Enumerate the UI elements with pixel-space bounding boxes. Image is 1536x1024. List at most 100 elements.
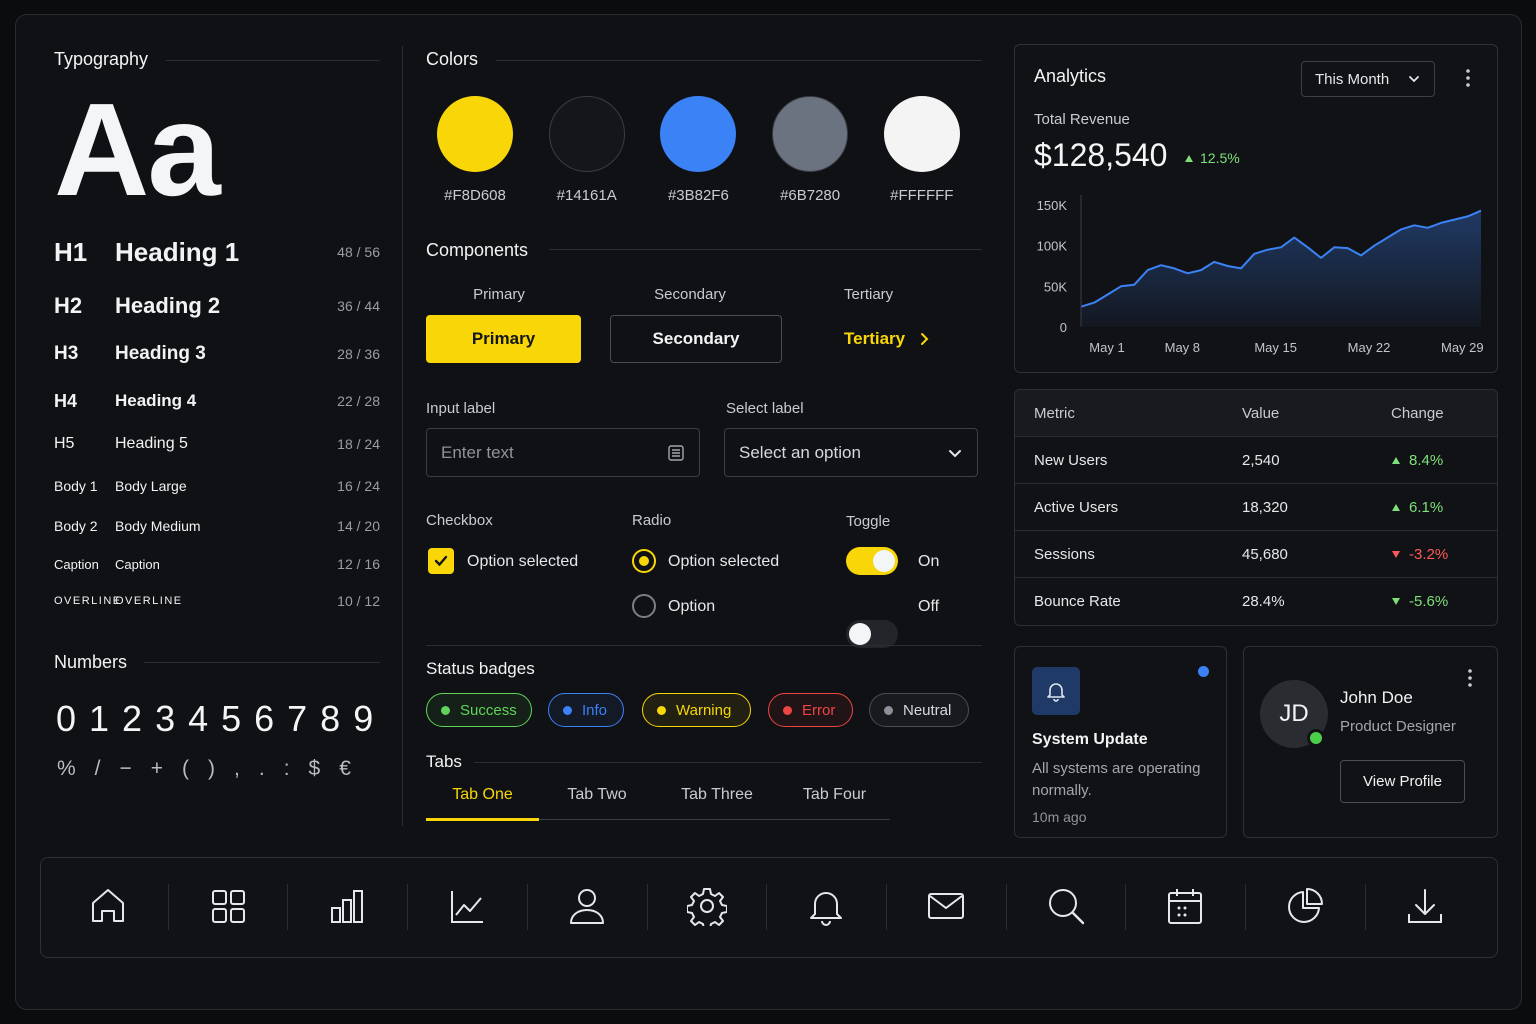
- type-tag: H4: [54, 390, 78, 411]
- checkbox-label: Checkbox: [426, 512, 493, 529]
- settings-icon: [685, 886, 728, 931]
- color-hex-label: #3B82F6: [667, 187, 729, 204]
- type-tag: Body 1: [54, 478, 98, 494]
- icon-bar-button[interactable]: [527, 858, 647, 958]
- toggle-off[interactable]: [846, 620, 898, 648]
- metric-value: 45,680: [1242, 546, 1288, 563]
- tab-tab-one[interactable]: Tab One: [426, 786, 539, 804]
- tab-tab-four[interactable]: Tab Four: [779, 786, 890, 804]
- primary-button[interactable]: Primary: [426, 315, 581, 363]
- tertiary-button[interactable]: Tertiary: [844, 315, 933, 363]
- up-triangle-icon: [1392, 504, 1400, 511]
- bell-icon: [806, 886, 846, 931]
- notification-time: 10m ago: [1032, 809, 1087, 825]
- color-swatch: [437, 96, 513, 172]
- x-tick-label: May 15: [1254, 340, 1297, 355]
- tab-tab-two[interactable]: Tab Two: [539, 786, 655, 804]
- input-label: Input label: [426, 400, 496, 417]
- table-row: Bounce Rate 28.4% -5.6%: [1015, 577, 1497, 624]
- icon-bar-button[interactable]: [1245, 858, 1365, 958]
- type-sample: Body Medium: [115, 518, 201, 534]
- status-badge-label: Error: [802, 701, 836, 719]
- x-tick-label: May 29: [1441, 340, 1484, 355]
- icon-bar-button[interactable]: [1006, 858, 1126, 958]
- status-dot: [783, 705, 792, 715]
- y-tick-label: 100K: [1037, 239, 1068, 254]
- icon-separator: [167, 884, 169, 930]
- metric-change-value: 6.1%: [1409, 499, 1444, 516]
- radio-option-selected[interactable]: [632, 549, 656, 573]
- metric-name: Sessions: [1034, 546, 1095, 563]
- pie-chart-icon: [1285, 886, 1325, 931]
- revenue-chart: 0 50K 100K 150K May 1 May 8 May 15 May 22 May 29: [1037, 195, 1484, 355]
- x-tick-label: May 22: [1348, 340, 1391, 355]
- more-options-icon[interactable]: [1463, 667, 1477, 689]
- x-tick-label: May 1: [1089, 340, 1124, 355]
- select-dropdown[interactable]: Select an option: [724, 428, 978, 477]
- icon-bar-button[interactable]: [1125, 858, 1245, 958]
- table-row: Sessions 45,680 -3.2%: [1015, 530, 1497, 577]
- download-icon: [1405, 886, 1445, 931]
- icon-separator: [646, 884, 648, 930]
- icon-bar-button[interactable]: [886, 858, 1006, 958]
- toggle-on[interactable]: [846, 547, 898, 575]
- digits-specimen: 0123456789: [56, 698, 387, 739]
- metric-change-value: 8.4%: [1409, 452, 1444, 469]
- radio-label: Radio: [632, 512, 672, 529]
- icon-bar-button[interactable]: [287, 858, 407, 958]
- type-specimen: Aa: [54, 76, 221, 223]
- status-badge-label: Neutral: [903, 701, 952, 719]
- icon-bar-button[interactable]: [168, 858, 288, 958]
- input-placeholder: Enter text: [441, 442, 514, 462]
- notification-title: System Update: [1032, 731, 1148, 748]
- metric-change: 8.4%: [1391, 452, 1443, 469]
- icon-bar-button[interactable]: [647, 858, 767, 958]
- metric-name: Bounce Rate: [1034, 593, 1121, 610]
- type-tag: OVERLINE: [54, 595, 122, 607]
- icon-bar-button[interactable]: [407, 858, 527, 958]
- tab-tab-three[interactable]: Tab Three: [655, 786, 779, 804]
- table-header-change: Change: [1391, 405, 1444, 422]
- secondary-button[interactable]: Secondary: [610, 315, 782, 363]
- tab-active-indicator: [426, 818, 539, 821]
- divider: [426, 645, 982, 646]
- icon-bar-button[interactable]: [1365, 858, 1485, 958]
- notification-card[interactable]: System Update All systems are operating …: [1014, 646, 1227, 838]
- type-scale-row: H2 Heading 2 36 / 44: [54, 290, 380, 322]
- profile-name: John Doe: [1340, 688, 1413, 707]
- y-tick-label: 0: [1060, 320, 1067, 335]
- checkmark-icon: [434, 555, 448, 567]
- chart-area-fill: [1081, 210, 1481, 327]
- icon-bar-button[interactable]: [766, 858, 886, 958]
- radio-option[interactable]: [632, 594, 656, 618]
- type-scale-row: OVERLINE OVERLINE 10 / 12: [54, 587, 380, 615]
- primary-button-label: Primary: [471, 329, 536, 348]
- checkbox[interactable]: [428, 548, 454, 574]
- type-size: 10 / 12: [337, 593, 380, 609]
- type-size: 14 / 20: [337, 518, 380, 534]
- type-tag: Body 2: [54, 518, 98, 534]
- icon-bar-button[interactable]: [48, 858, 168, 958]
- text-input[interactable]: Enter text: [426, 428, 700, 477]
- status-dot: [563, 705, 572, 715]
- metric-change: 6.1%: [1391, 499, 1443, 516]
- view-profile-button[interactable]: View Profile: [1340, 760, 1465, 803]
- metric-name: Active Users: [1034, 499, 1119, 516]
- chevron-right-icon: [921, 333, 929, 345]
- profile-card: JD John Doe Product Designer View Profil…: [1243, 646, 1498, 838]
- select-label: Select label: [726, 400, 804, 417]
- metric-change: -3.2%: [1391, 546, 1448, 563]
- status-badge-label: Success: [460, 701, 517, 719]
- type-scale-row: Body 1 Body Large 16 / 24: [54, 472, 380, 500]
- type-sample: Heading 3: [115, 343, 206, 364]
- view-profile-label: View Profile: [1363, 773, 1442, 790]
- color-hex-label: #F8D608: [444, 187, 506, 204]
- type-scale-row: H1 Heading 1 48 / 56: [54, 236, 380, 268]
- search-icon: [1046, 886, 1086, 931]
- divider: [144, 662, 380, 663]
- icon-separator: [407, 884, 409, 930]
- y-tick-label: 50K: [1044, 279, 1067, 294]
- status-badge: Info: [548, 693, 624, 727]
- numbers-title: Numbers: [54, 652, 128, 672]
- tertiary-caption: Tertiary: [844, 286, 894, 303]
